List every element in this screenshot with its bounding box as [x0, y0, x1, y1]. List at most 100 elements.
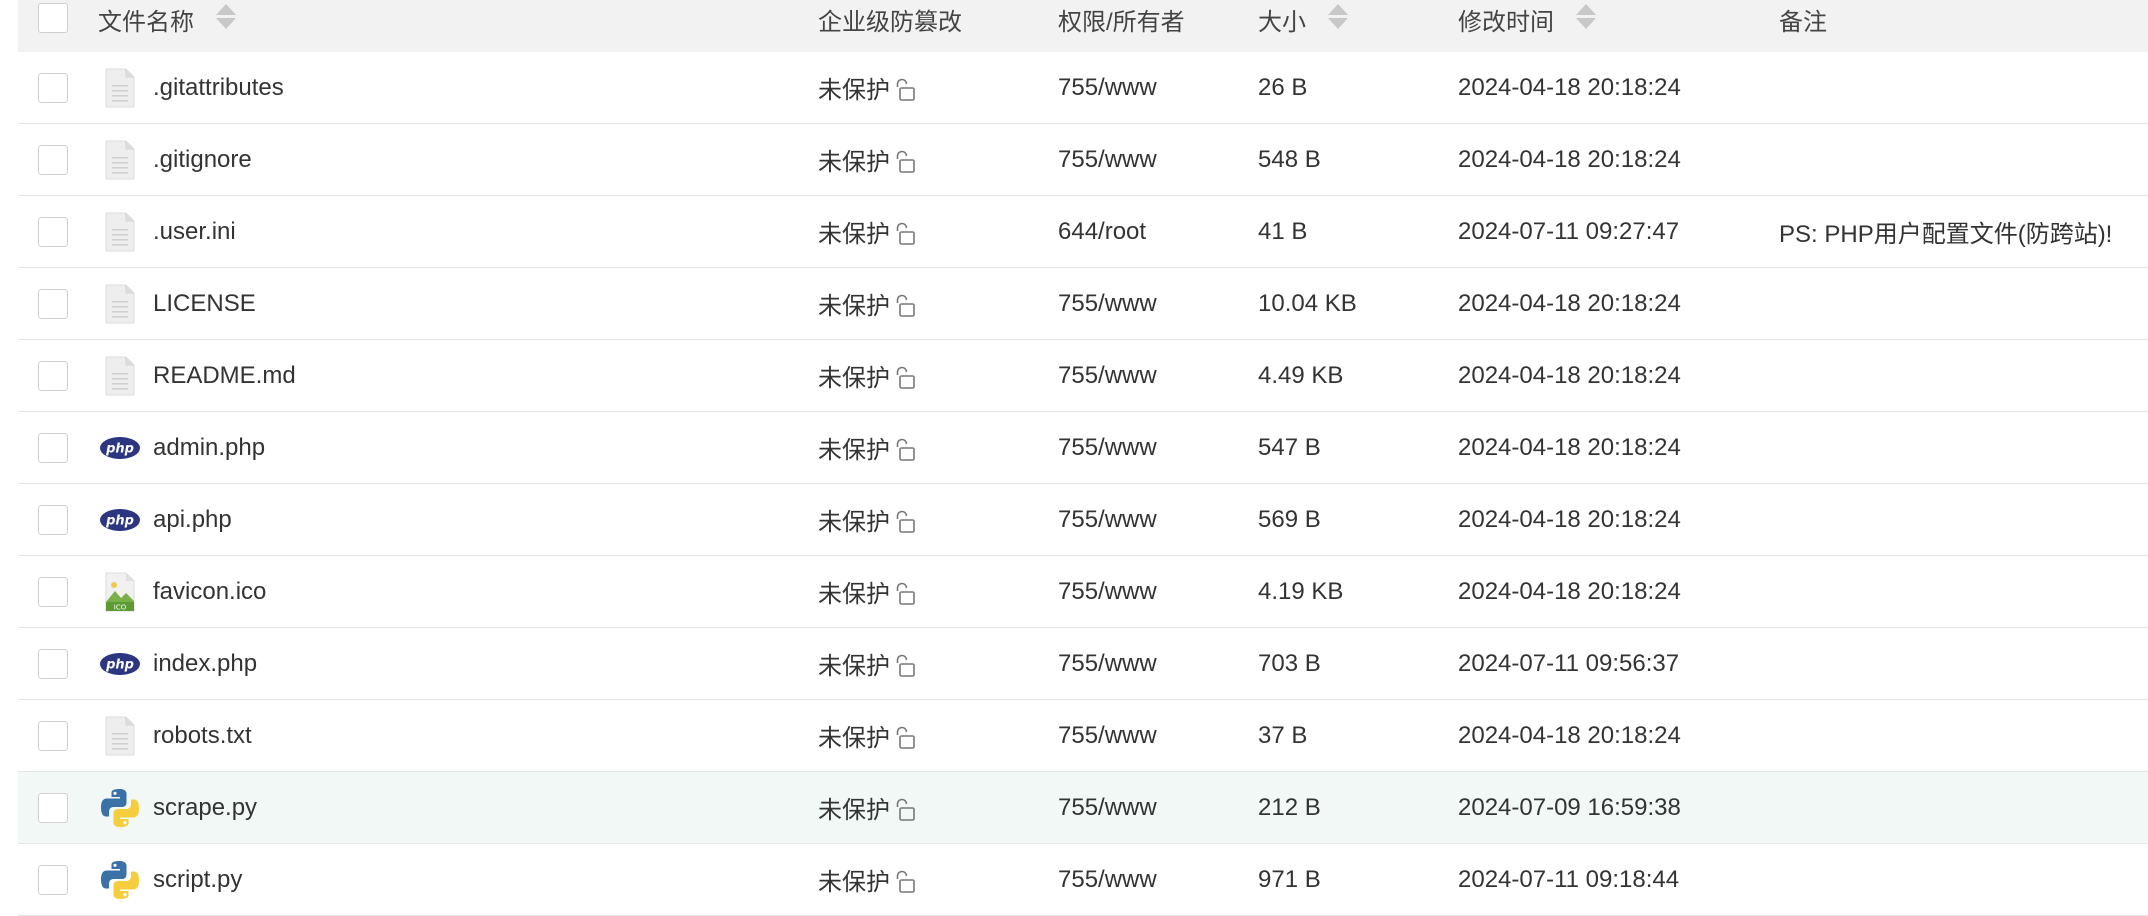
file-name[interactable]: script.py	[153, 866, 242, 894]
permission-owner[interactable]: 755/www	[1058, 290, 1157, 318]
file-name-cell[interactable]: scrape.py	[98, 772, 257, 843]
protection-cell[interactable]: 未保护	[818, 52, 916, 123]
sort-icon[interactable]	[216, 4, 236, 29]
permission-owner[interactable]: 755/www	[1058, 578, 1157, 606]
row-checkbox[interactable]	[38, 648, 68, 679]
permission-cell[interactable]: 644/root	[1058, 196, 1146, 267]
permission-cell[interactable]: 755/www	[1058, 556, 1157, 627]
file-row[interactable]: php admin.php 未保护 755/www 547 B 2024-04-18 20…	[18, 412, 2148, 484]
protection-status[interactable]: 未保护	[818, 286, 890, 321]
protection-status[interactable]: 未保护	[818, 142, 890, 177]
row-checkbox[interactable]	[38, 288, 68, 319]
protection-status[interactable]: 未保护	[818, 574, 890, 609]
row-checkbox[interactable]	[38, 360, 68, 391]
unlock-icon[interactable]	[894, 582, 916, 606]
file-name-cell[interactable]: .gitignore	[98, 124, 252, 195]
modified-column-header[interactable]: 修改时间	[1458, 0, 1596, 54]
row-checkbox[interactable]	[38, 144, 68, 175]
file-row[interactable]: php api.php 未保护 755/www 569 B 2024-04-18 20:1…	[18, 484, 2148, 556]
protection-cell[interactable]: 未保护	[818, 124, 916, 195]
permission-cell[interactable]: 755/www	[1058, 628, 1157, 699]
file-row[interactable]: robots.txt 未保护 755/www 37 B 2024-04-18 20:18…	[18, 700, 2148, 772]
protection-cell[interactable]: 未保护	[818, 556, 916, 627]
row-checkbox[interactable]	[38, 720, 68, 751]
protection-cell[interactable]: 未保护	[818, 484, 916, 555]
file-row[interactable]: LICENSE 未保护 755/www 10.04 KB 2024-04-18 20:1…	[18, 268, 2148, 340]
file-name-cell[interactable]: php index.php	[98, 628, 257, 699]
permission-owner[interactable]: 755/www	[1058, 794, 1157, 822]
file-name[interactable]: api.php	[153, 506, 232, 534]
file-name[interactable]: .gitattributes	[153, 74, 284, 102]
permission-owner[interactable]: 755/www	[1058, 650, 1157, 678]
protection-status[interactable]: 未保护	[818, 358, 890, 393]
permission-owner[interactable]: 755/www	[1058, 506, 1157, 534]
file-name-cell[interactable]: LICENSE	[98, 268, 256, 339]
file-row[interactable]: scrape.py 未保护 755/www 212 B 2024-07-09 16:59…	[18, 772, 2148, 844]
row-checkbox[interactable]	[38, 432, 68, 463]
protection-cell[interactable]: 未保护	[818, 268, 916, 339]
protection-cell[interactable]: 未保护	[818, 340, 916, 411]
file-name[interactable]: .user.ini	[153, 218, 236, 246]
file-note[interactable]: PS: PHP用户配置文件(防跨站)!	[1779, 214, 2112, 249]
protection-status[interactable]: 未保护	[818, 214, 890, 249]
protection-status[interactable]: 未保护	[818, 70, 890, 105]
permission-cell[interactable]: 755/www	[1058, 700, 1157, 771]
row-checkbox[interactable]	[38, 792, 68, 823]
size-column-header[interactable]: 大小	[1258, 0, 1348, 54]
unlock-icon[interactable]	[894, 798, 916, 822]
file-name[interactable]: index.php	[153, 650, 257, 678]
protection-status[interactable]: 未保护	[818, 646, 890, 681]
file-name-cell[interactable]: ICO favicon.ico	[98, 556, 266, 627]
unlock-icon[interactable]	[894, 438, 916, 462]
row-checkbox[interactable]	[38, 576, 68, 607]
permission-cell[interactable]: 755/www	[1058, 124, 1157, 195]
file-name-cell[interactable]: robots.txt	[98, 700, 252, 771]
file-name-cell[interactable]: README.md	[98, 340, 296, 411]
file-row[interactable]: .user.ini 未保护 644/root 41 B 2024-07-11 09:27…	[18, 196, 2148, 268]
select-all-checkbox[interactable]	[38, 3, 68, 33]
file-row[interactable]: README.md 未保护 755/www 4.49 KB 2024-04-18 20:…	[18, 340, 2148, 412]
name-column-header[interactable]: 文件名称	[98, 0, 236, 54]
permission-cell[interactable]: 755/www	[1058, 340, 1157, 411]
protection-status[interactable]: 未保护	[818, 718, 890, 753]
permission-owner[interactable]: 644/root	[1058, 218, 1146, 246]
note-cell[interactable]: PS: PHP用户配置文件(防跨站)!	[1779, 196, 2112, 267]
file-name-cell[interactable]: php api.php	[98, 484, 232, 555]
file-name[interactable]: scrape.py	[153, 794, 257, 822]
protection-cell[interactable]: 未保护	[818, 412, 916, 483]
permission-cell[interactable]: 755/www	[1058, 268, 1157, 339]
protection-cell[interactable]: 未保护	[818, 844, 916, 915]
permission-owner[interactable]: 755/www	[1058, 434, 1157, 462]
sort-icon[interactable]	[1328, 4, 1348, 29]
protection-cell[interactable]: 未保护	[818, 700, 916, 771]
file-row[interactable]: .gitignore 未保护 755/www 548 B 2024-04-18 20:1…	[18, 124, 2148, 196]
row-checkbox[interactable]	[38, 216, 68, 247]
unlock-icon[interactable]	[894, 726, 916, 750]
unlock-icon[interactable]	[894, 870, 916, 894]
protection-cell[interactable]: 未保护	[818, 628, 916, 699]
unlock-icon[interactable]	[894, 222, 916, 246]
file-row[interactable]: ICO favicon.ico 未保护 755/www 4.19 KB 2024-04-1…	[18, 556, 2148, 628]
row-checkbox[interactable]	[38, 72, 68, 103]
row-checkbox[interactable]	[38, 504, 68, 535]
sort-icon[interactable]	[1576, 4, 1596, 29]
permission-owner[interactable]: 755/www	[1058, 722, 1157, 750]
file-name[interactable]: .gitignore	[153, 146, 252, 174]
file-name[interactable]: admin.php	[153, 434, 265, 462]
file-name-cell[interactable]: script.py	[98, 844, 242, 915]
permission-owner[interactable]: 755/www	[1058, 866, 1157, 894]
protection-cell[interactable]: 未保护	[818, 772, 916, 843]
unlock-icon[interactable]	[894, 294, 916, 318]
file-name-cell[interactable]: php admin.php	[98, 412, 265, 483]
protection-status[interactable]: 未保护	[818, 790, 890, 825]
protection-status[interactable]: 未保护	[818, 430, 890, 465]
unlock-icon[interactable]	[894, 150, 916, 174]
file-name[interactable]: README.md	[153, 362, 296, 390]
file-row[interactable]: .gitattributes 未保护 755/www 26 B 2024-04-18 2…	[18, 52, 2148, 124]
permission-cell[interactable]: 755/www	[1058, 772, 1157, 843]
file-name[interactable]: robots.txt	[153, 722, 252, 750]
file-row[interactable]: script.py 未保护 755/www 971 B 2024-07-11 09:18…	[18, 844, 2148, 916]
file-name[interactable]: favicon.ico	[153, 578, 266, 606]
protection-cell[interactable]: 未保护	[818, 196, 916, 267]
unlock-icon[interactable]	[894, 654, 916, 678]
